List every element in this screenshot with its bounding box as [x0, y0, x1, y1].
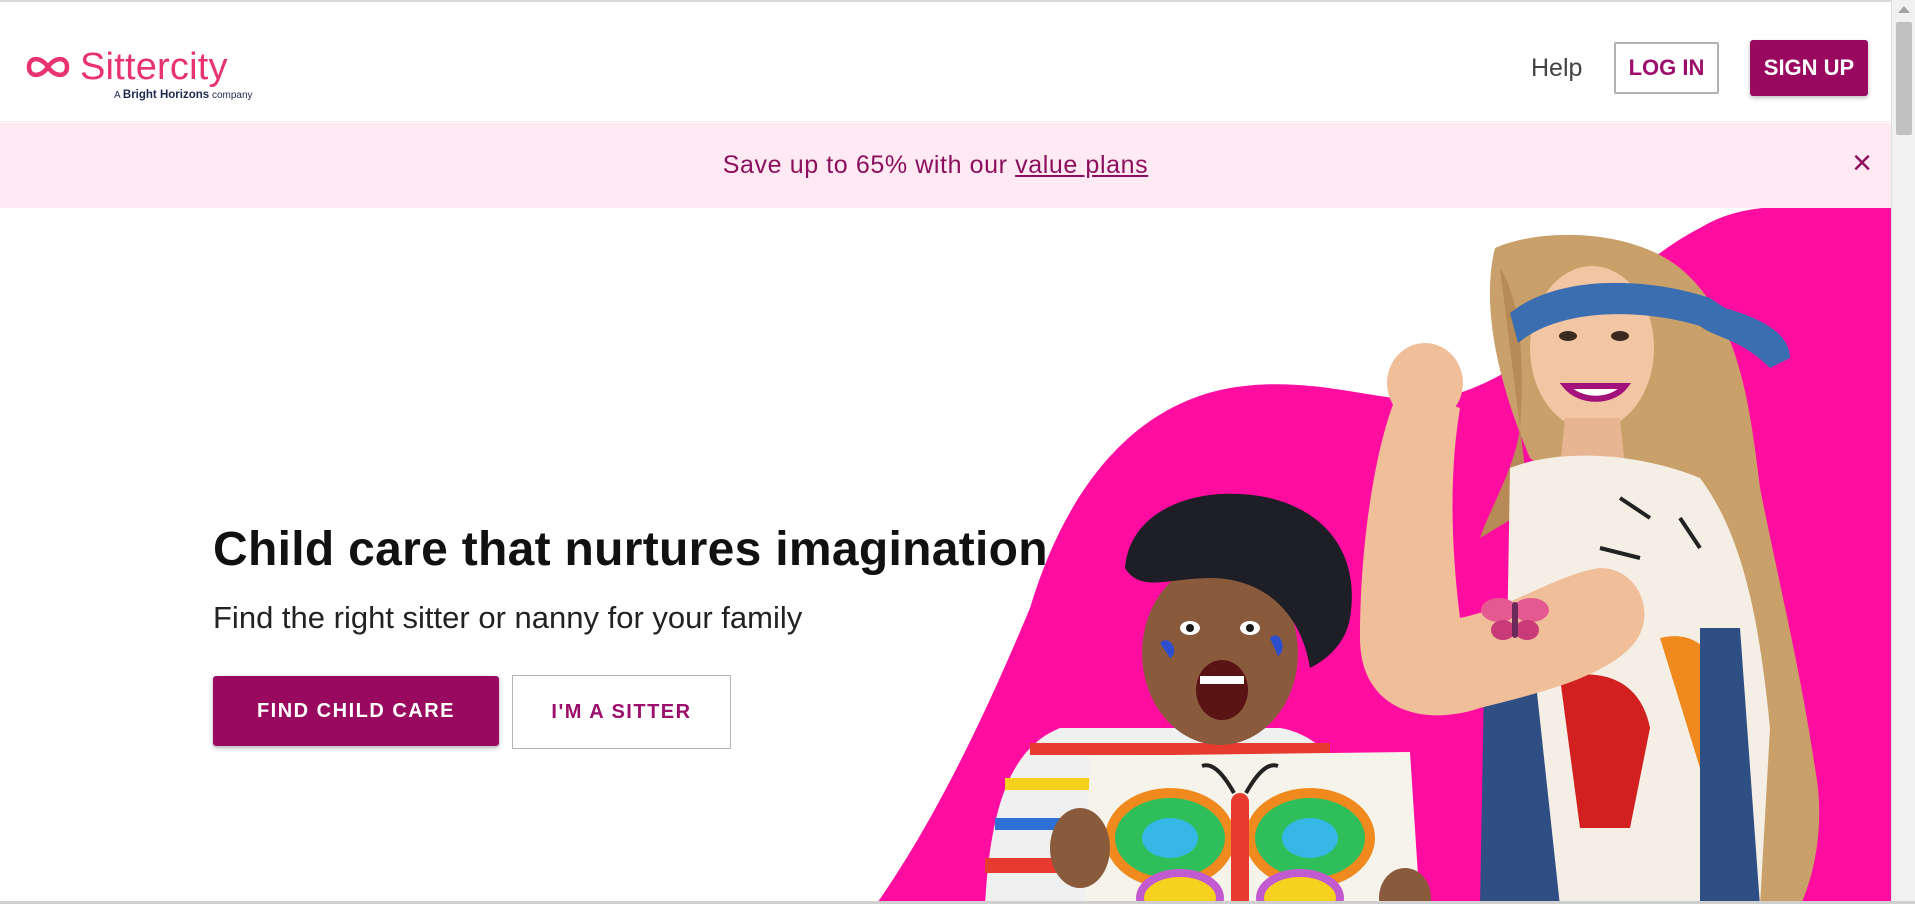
- tagline-brand: Bright Horizons: [122, 89, 210, 101]
- hero-section: Child care that nurtures imagination Fin…: [0, 208, 1891, 904]
- tagline-suffix: company: [211, 90, 253, 101]
- browser-viewport: Sittercity A Bright Horizons company Hel…: [0, 0, 1891, 904]
- promo-text: Save up to 65% with our value plans: [723, 151, 1168, 180]
- logo-wordmark: Sittercity: [80, 46, 228, 88]
- promo-message: Save up to 65% with our: [722, 151, 1016, 179]
- find-child-care-button[interactable]: FIND CHILD CARE: [213, 676, 499, 746]
- infinity-logo-icon: [26, 56, 70, 78]
- woman-figure: [1360, 234, 1820, 904]
- tagline-prefix: A: [114, 90, 121, 101]
- promo-banner: Save up to 65% with our value plans ×: [0, 123, 1891, 208]
- site-header: Sittercity A Bright Horizons company Hel…: [0, 2, 1891, 122]
- hero-title: Child care that nurtures imagination: [213, 523, 1048, 576]
- sittercity-logo[interactable]: Sittercity: [25, 48, 228, 86]
- close-icon[interactable]: ×: [1848, 146, 1876, 180]
- value-plans-link[interactable]: value plans: [1015, 151, 1148, 179]
- im-a-sitter-button[interactable]: I'M A SITTER: [512, 675, 731, 749]
- logo-tagline: A Bright Horizons company: [114, 89, 253, 101]
- help-link[interactable]: Help: [1531, 52, 1582, 84]
- login-button[interactable]: LOG IN: [1614, 42, 1719, 94]
- scrollbar-thumb[interactable]: [1896, 22, 1912, 135]
- page-scrollbar[interactable]: [1891, 0, 1915, 904]
- signup-button[interactable]: SIGN UP: [1750, 40, 1868, 96]
- scroll-up-arrow-icon[interactable]: [1898, 6, 1910, 13]
- hero-subtitle: Find the right sitter or nanny for your …: [213, 600, 803, 635]
